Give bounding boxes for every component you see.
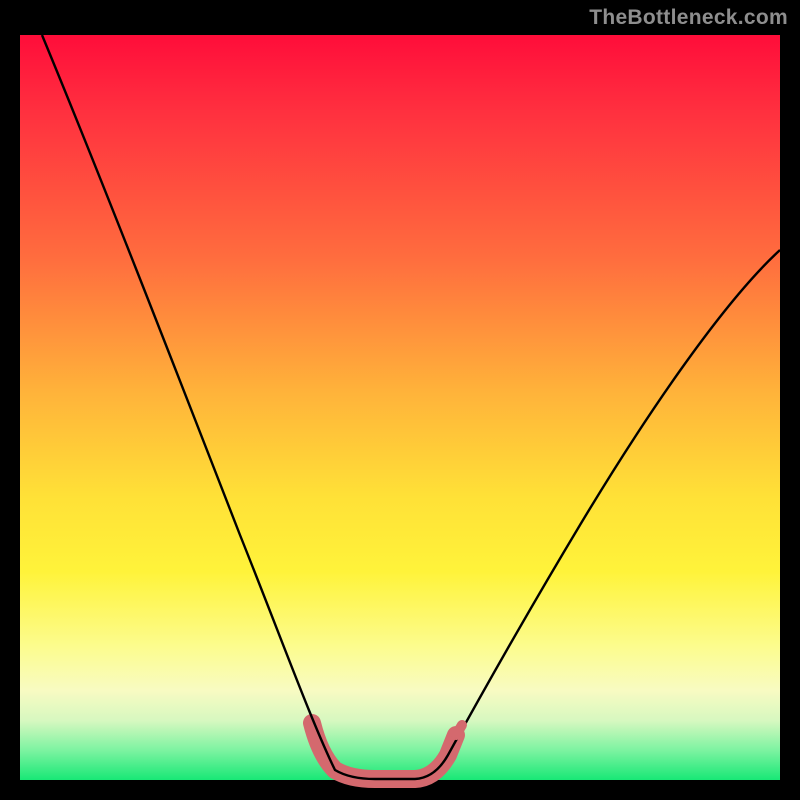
chart-frame: TheBottleneck.com [0, 0, 800, 800]
curve-layer [20, 35, 780, 780]
highlight-end-tick [456, 725, 462, 735]
curve-right-branch [375, 250, 780, 779]
plot-area [20, 35, 780, 780]
curve-left-branch [42, 35, 375, 779]
watermark-text: TheBottleneck.com [589, 6, 788, 30]
